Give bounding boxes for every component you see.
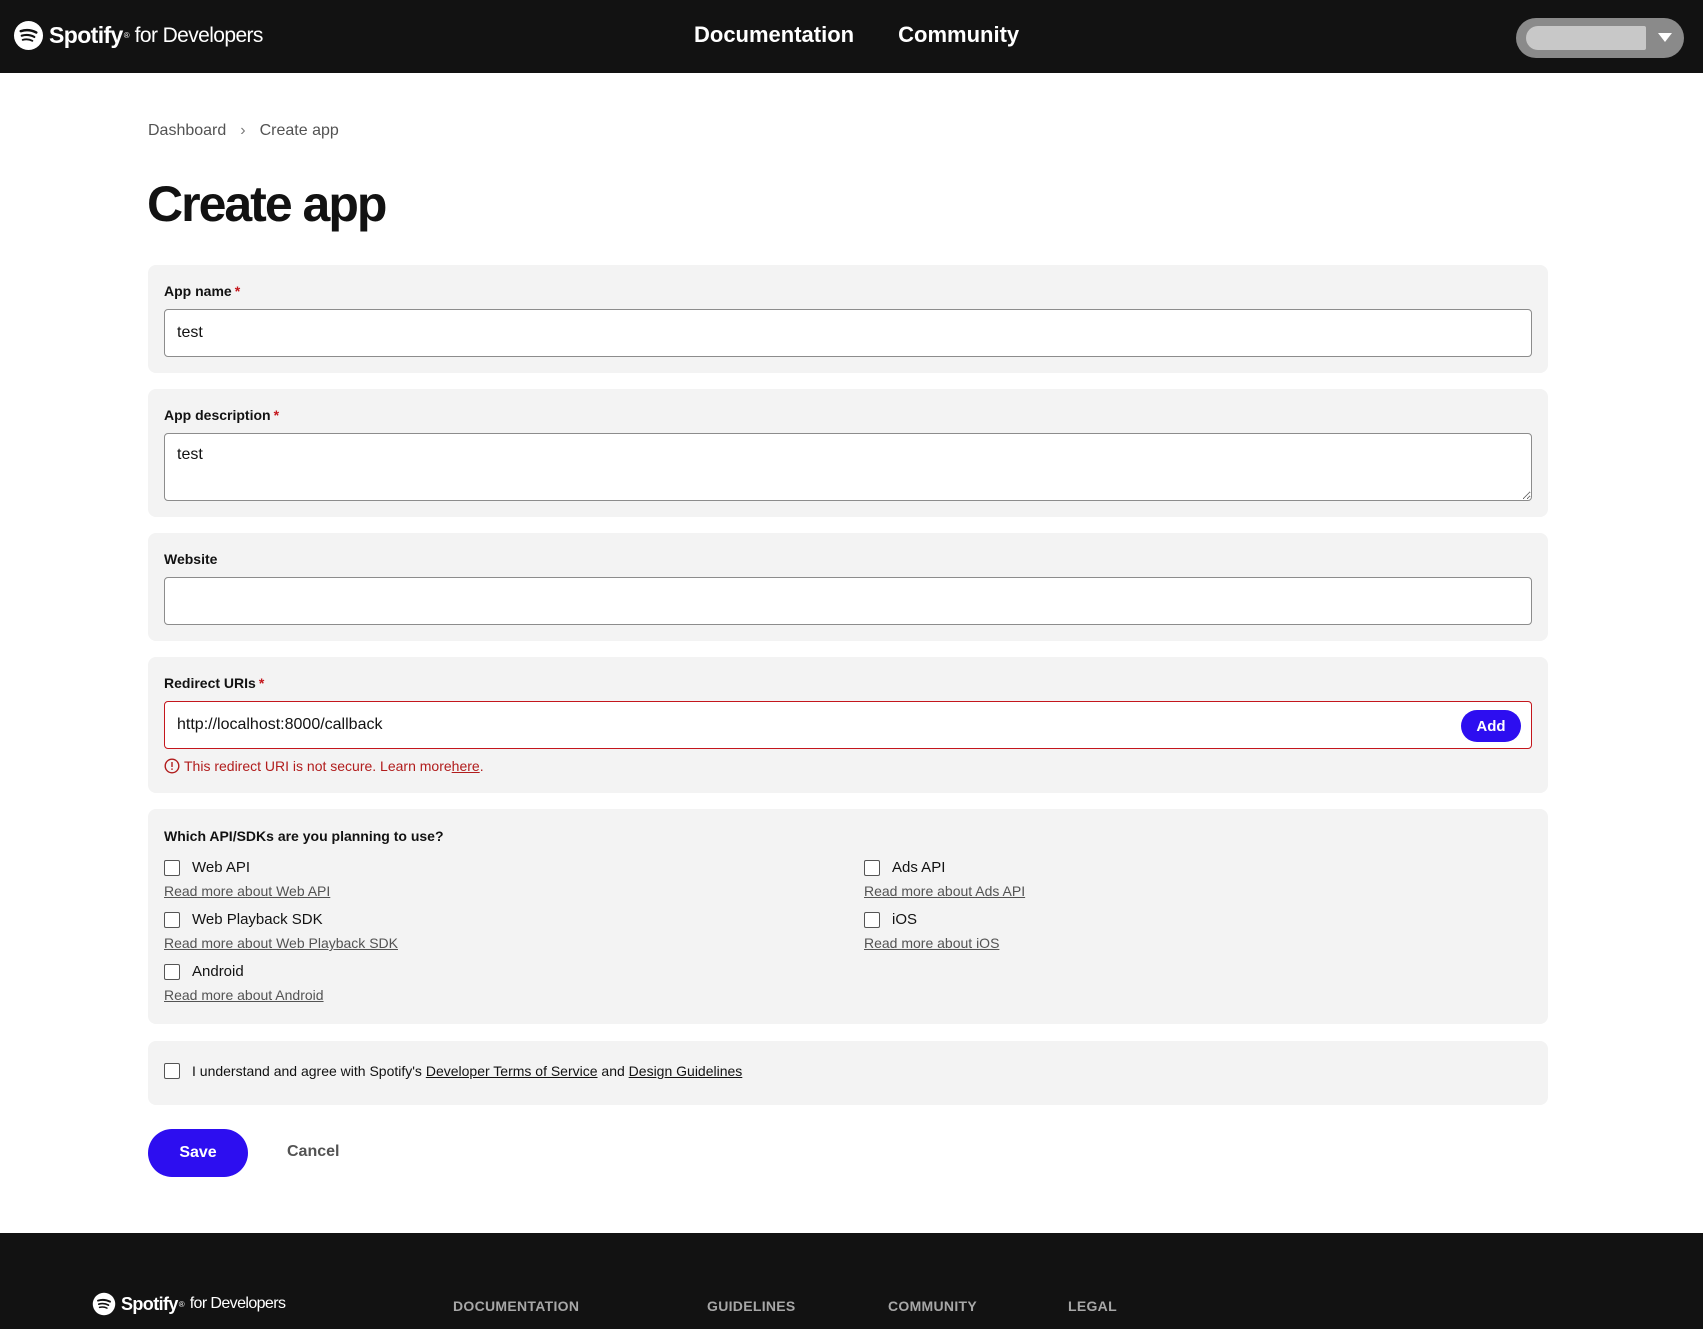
nav-community[interactable]: Community [898, 22, 1019, 48]
main-nav: Documentation Community [694, 22, 1019, 48]
top-nav-bar: Spotify ® for Developers Documentation Co… [0, 0, 1703, 73]
terms-text: I understand and agree with Spotify's [192, 1063, 422, 1079]
terms-and: and [601, 1063, 625, 1079]
sdk-question: Which API/SDKs are you planning to use? [164, 828, 444, 844]
footer-brand-name: Spotify [121, 1293, 178, 1314]
app-description-textarea[interactable]: test [164, 433, 1532, 501]
app-name-card: App name * [148, 265, 1548, 373]
error-period: . [479, 758, 484, 774]
sdk-option-android: Android Read more about Android [164, 963, 324, 1003]
required-marker: * [258, 675, 265, 691]
breadcrumb: Dashboard › Create app [148, 122, 339, 140]
ios-label: iOS [892, 911, 918, 928]
web-api-checkbox[interactable] [164, 859, 180, 876]
required-marker: * [273, 407, 280, 423]
spotify-logo-icon [13, 20, 44, 51]
breadcrumb-current: Create app [259, 122, 339, 139]
page-title: Create app [147, 176, 387, 232]
terms-agreement: I understand and agree with Spotify's De… [164, 1063, 742, 1079]
android-label: Android [192, 963, 244, 980]
footer-community[interactable]: COMMUNITY [888, 1298, 977, 1314]
sdk-option-web-api: Web API Read more about Web API [164, 859, 330, 899]
footer: Spotify ® for Developers DOCUMENTATION GU… [0, 1233, 1703, 1329]
ads-api-checkbox[interactable] [864, 859, 880, 876]
developer-terms-link[interactable]: Developer Terms of Service [426, 1063, 598, 1079]
learn-more-link[interactable]: here [452, 758, 480, 774]
error-circle-icon [164, 758, 180, 774]
terms-checkbox[interactable] [164, 1063, 180, 1079]
footer-brand-link[interactable]: Spotify ® for Developers [92, 1292, 286, 1316]
add-redirect-uri-button[interactable]: Add [1461, 710, 1521, 742]
brand-logo-link[interactable]: Spotify ® for Developers [13, 20, 263, 51]
breadcrumb-dashboard[interactable]: Dashboard [148, 122, 226, 140]
footer-guidelines[interactable]: GUIDELINES [707, 1298, 796, 1314]
save-button[interactable]: Save [148, 1129, 248, 1177]
website-input[interactable] [164, 577, 1532, 625]
footer-legal[interactable]: LEGAL [1068, 1298, 1117, 1314]
web-playback-sdk-label: Web Playback SDK [192, 911, 323, 928]
chevron-down-icon [1658, 33, 1672, 42]
footer-brand-suffix: for Developers [189, 1295, 286, 1312]
sdk-option-ios: iOS Read more about iOS [864, 911, 999, 951]
app-name-label: App name * [164, 283, 241, 299]
sdk-selection-card: Which API/SDKs are you planning to use? … [148, 809, 1548, 1024]
terms-card: I understand and agree with Spotify's De… [148, 1041, 1548, 1105]
app-name-input[interactable] [164, 309, 1532, 357]
ads-api-label: Ads API [892, 859, 946, 876]
web-playback-sdk-checkbox[interactable] [164, 911, 180, 928]
footer-documentation[interactable]: DOCUMENTATION [453, 1298, 579, 1314]
cancel-button[interactable]: Cancel [287, 1143, 339, 1161]
ios-link[interactable]: Read more about iOS [864, 935, 999, 951]
nav-documentation[interactable]: Documentation [694, 22, 854, 48]
user-name-redacted [1526, 26, 1646, 50]
brand-trademark-dot: ® [123, 31, 130, 40]
web-api-link[interactable]: Read more about Web API [164, 883, 330, 899]
brand-trademark-dot: ® [178, 1299, 185, 1309]
breadcrumb-chevron-icon: › [240, 122, 246, 139]
redirect-uris-label: Redirect URIs * [164, 675, 265, 691]
ios-checkbox[interactable] [864, 911, 880, 928]
sdk-option-web-playback-sdk: Web Playback SDK Read more about Web Pla… [164, 911, 398, 951]
sdk-option-ads-api: Ads API Read more about Ads API [864, 859, 1025, 899]
error-message: This redirect URI is not secure. Learn m… [184, 758, 452, 774]
redirect-uris-card: Redirect URIs* Add This redirect URI is … [148, 657, 1548, 793]
web-playback-sdk-link[interactable]: Read more about Web Playback SDK [164, 935, 398, 951]
website-label: Website [164, 551, 218, 567]
brand-suffix: for Developers [134, 23, 264, 47]
app-description-card: App description * test [148, 389, 1548, 517]
user-menu-button[interactable] [1516, 18, 1684, 58]
redirect-uri-error: This redirect URI is not secure. Learn m… [164, 758, 484, 774]
android-checkbox[interactable] [164, 963, 180, 980]
design-guidelines-link[interactable]: Design Guidelines [629, 1063, 743, 1079]
web-api-label: Web API [192, 859, 251, 876]
app-description-label: App description * [164, 407, 280, 423]
brand-name: Spotify [49, 22, 123, 48]
android-link[interactable]: Read more about Android [164, 987, 324, 1003]
spotify-logo-icon [92, 1292, 116, 1316]
required-marker: * [234, 283, 241, 299]
ads-api-link[interactable]: Read more about Ads API [864, 883, 1025, 899]
website-card: Website [148, 533, 1548, 641]
redirect-uri-input[interactable] [164, 701, 1532, 749]
